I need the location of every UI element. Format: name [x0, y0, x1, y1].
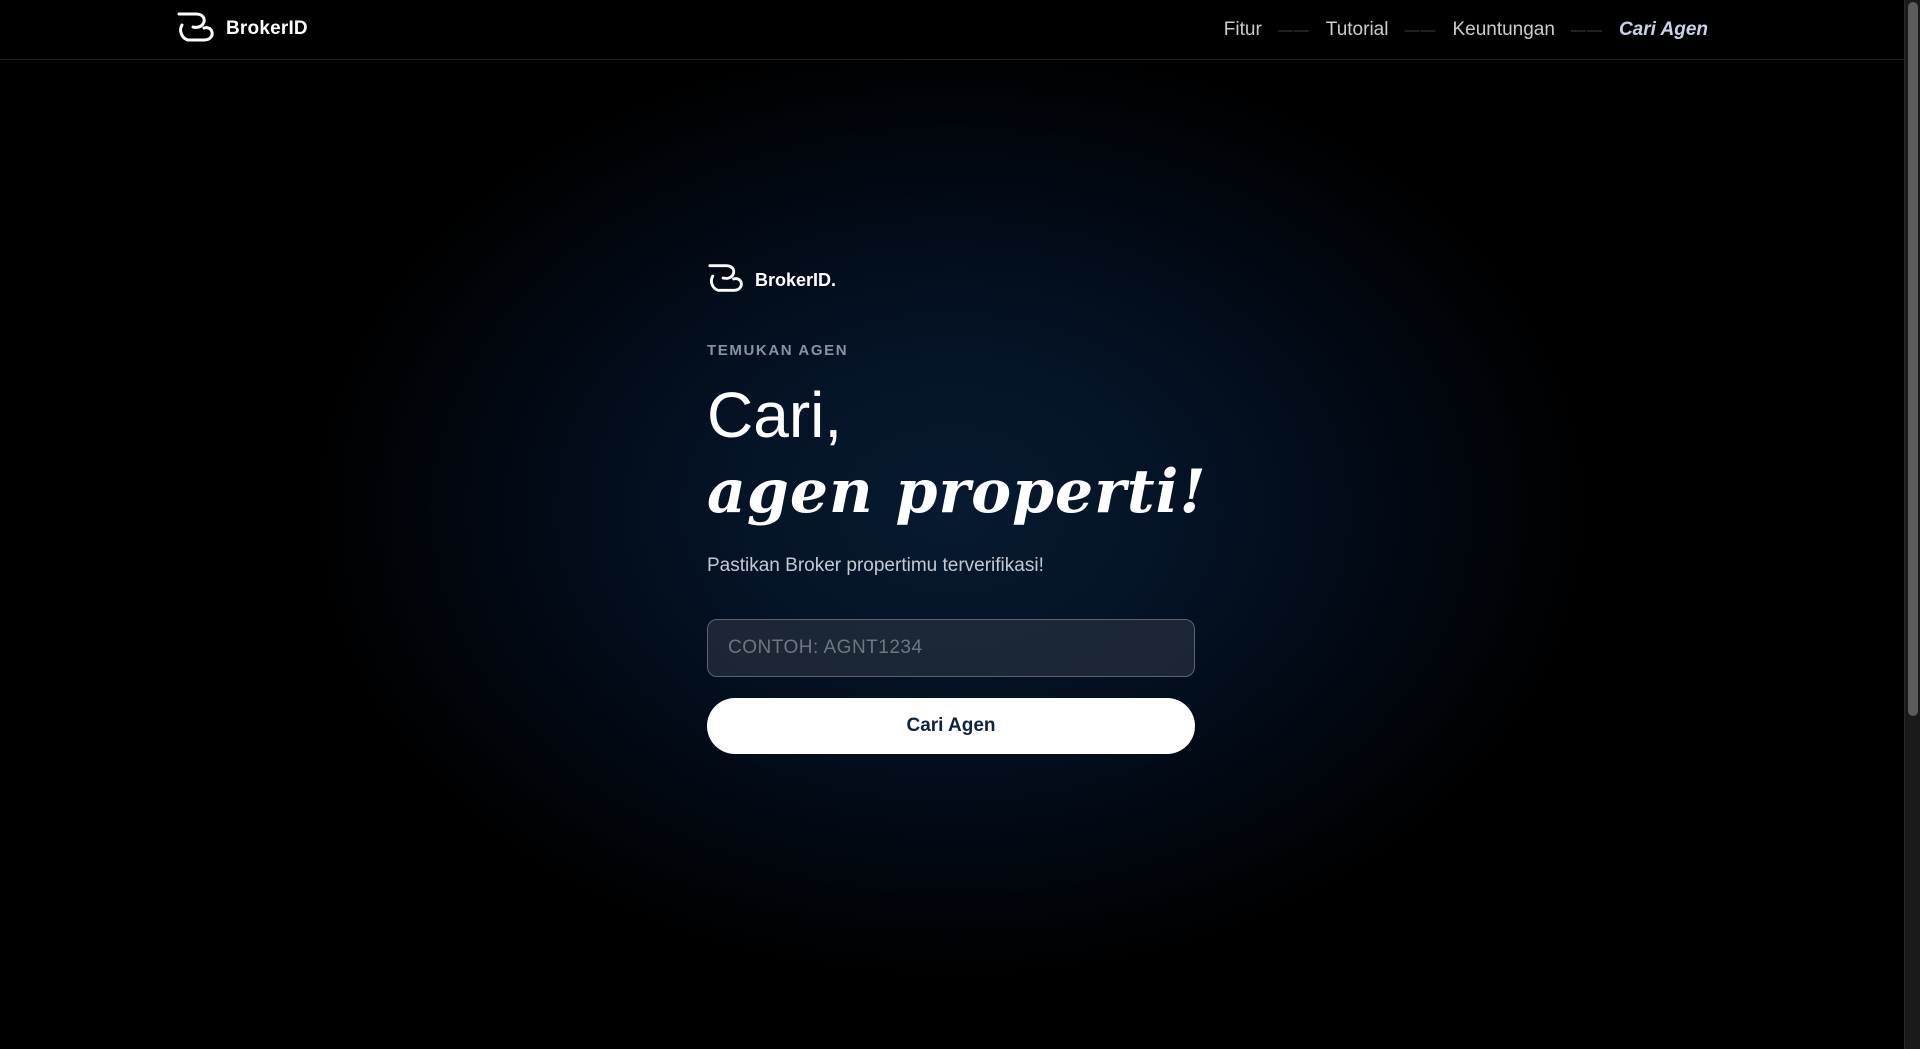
nav-link-cari-agen[interactable]: Cari Agen: [1619, 19, 1708, 41]
nav-separator: ——: [1570, 21, 1603, 39]
headline-line-1: Cari,: [707, 379, 843, 451]
section-eyebrow: TEMUKAN AGEN: [707, 342, 849, 359]
brand-name: BrokerID: [226, 18, 308, 39]
hero-logo-text: BrokerID.: [755, 269, 837, 290]
brand-home-link[interactable]: BrokerID: [176, 12, 308, 46]
nav-links: Fitur —— Tutorial —— Keuntungan —— Cari …: [1224, 17, 1708, 43]
hero-section: BrokerID. TEMUKAN AGEN Cari, agen proper…: [707, 262, 1207, 754]
page-viewport: BrokerID Fitur —— Tutorial —— Keuntungan…: [0, 0, 1904, 1049]
headline-line-2: agen properti!: [707, 457, 1207, 527]
nav-link-keuntungan[interactable]: Keuntungan: [1452, 19, 1555, 41]
nav-separator: ——: [1277, 21, 1310, 39]
search-agent-button[interactable]: Cari Agen: [707, 698, 1195, 754]
nav-link-tutorial[interactable]: Tutorial: [1326, 19, 1389, 41]
page-headline: Cari, agen properti!: [707, 379, 1207, 533]
brokerid-logo-icon: [176, 11, 216, 48]
vertical-scrollbar[interactable]: [1904, 0, 1920, 1049]
hero-logo: BrokerID.: [707, 262, 1195, 298]
hero-subtitle: Pastikan Broker propertimu terverifikasi…: [707, 555, 1044, 576]
top-navbar: BrokerID Fitur —— Tutorial —— Keuntungan…: [0, 0, 1904, 60]
scrollbar-thumb[interactable]: [1908, 2, 1918, 716]
nav-link-fitur[interactable]: Fitur: [1224, 19, 1262, 41]
brokerid-logo-icon: [707, 262, 745, 299]
agent-code-search-input[interactable]: [707, 619, 1195, 677]
nav-separator: ——: [1404, 21, 1437, 39]
